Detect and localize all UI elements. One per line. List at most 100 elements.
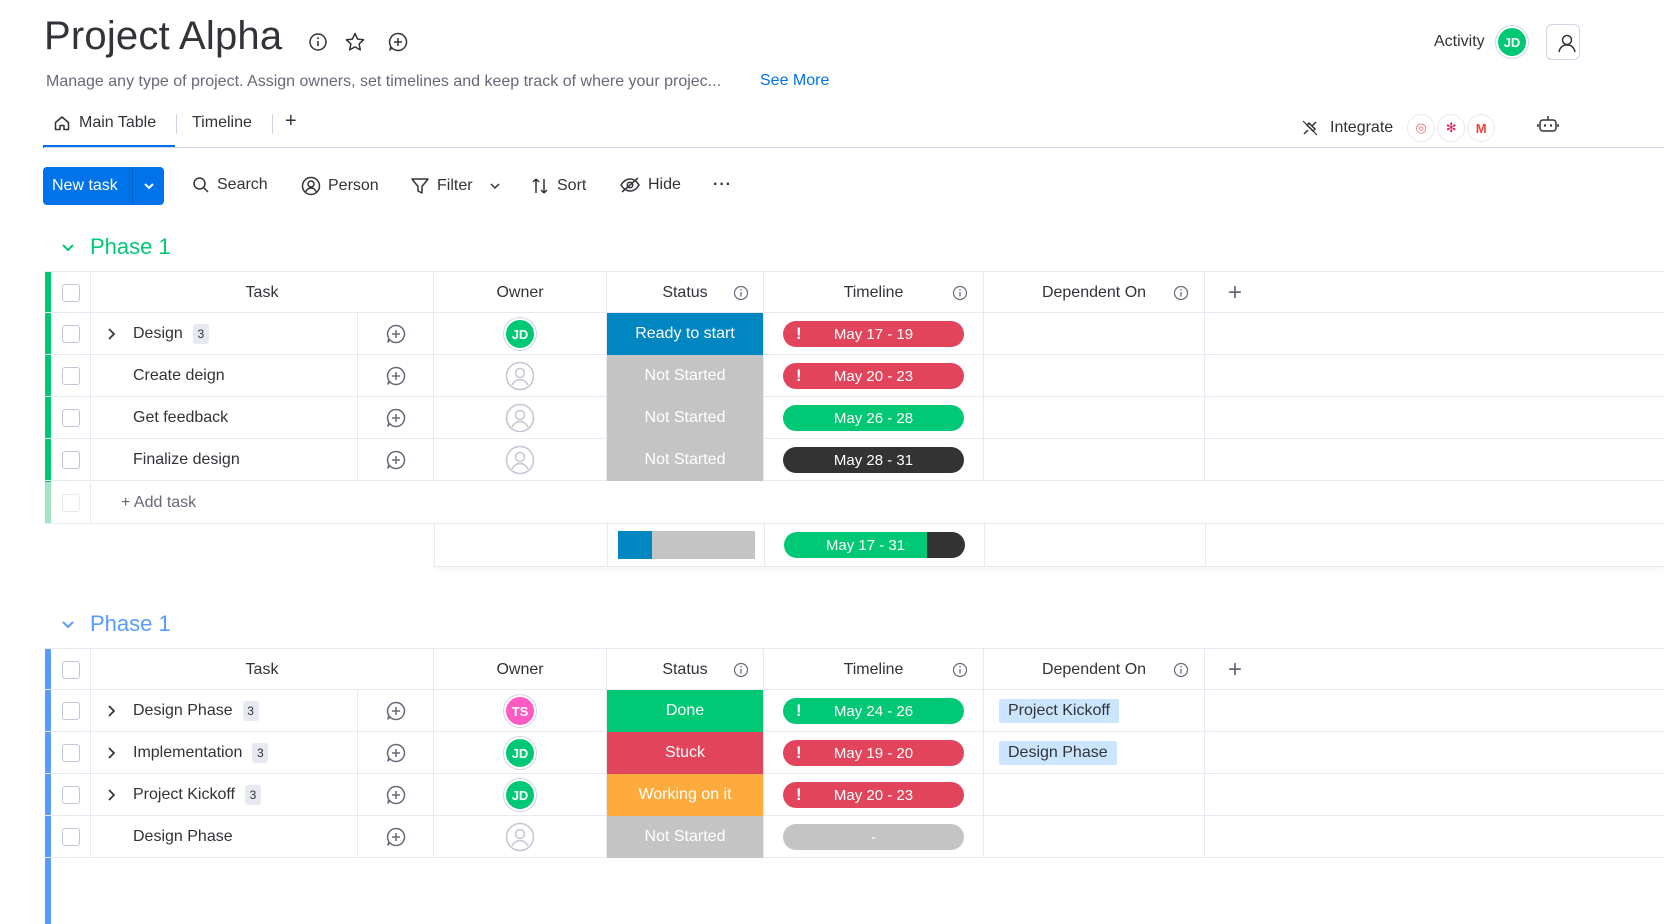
task-cell[interactable]: Design Phase 3 xyxy=(91,690,358,732)
empty-person-icon[interactable] xyxy=(505,403,535,433)
tab-main-table[interactable]: Main Table xyxy=(53,114,156,132)
status-cell[interactable]: Stuck xyxy=(607,732,764,774)
invite-user-button[interactable] xyxy=(1546,24,1580,60)
subitems-count-badge[interactable]: 3 xyxy=(192,324,209,344)
search-button[interactable]: Search xyxy=(192,176,268,194)
task-name[interactable]: Get feedback xyxy=(133,409,228,427)
task-name[interactable]: Implementation xyxy=(133,744,242,762)
empty-person-icon[interactable] xyxy=(505,361,535,391)
status-cell[interactable]: Done xyxy=(607,690,764,732)
integrate-button[interactable]: Integrate ◎ ✻ M xyxy=(1300,114,1496,142)
column-header-owner[interactable]: Owner xyxy=(434,649,607,691)
person-filter-button[interactable]: Person xyxy=(301,176,379,196)
info-icon[interactable] xyxy=(952,285,968,301)
status-cell[interactable]: Not Started xyxy=(607,439,764,481)
task-cell[interactable]: Finalize design xyxy=(91,439,358,481)
owner-cell[interactable]: JD xyxy=(434,313,607,355)
add-update-icon[interactable] xyxy=(358,397,434,439)
dependent-on-cell[interactable] xyxy=(984,397,1205,439)
owner-cell[interactable] xyxy=(434,397,607,439)
info-icon[interactable] xyxy=(733,285,749,301)
group-title[interactable]: Phase 1 xyxy=(90,234,171,260)
avatar[interactable]: TS xyxy=(504,695,536,727)
timeline-cell[interactable]: ! May 19 - 20 xyxy=(764,732,984,774)
dependency-chip[interactable]: Project Kickoff xyxy=(999,699,1119,723)
dependent-on-cell[interactable] xyxy=(984,774,1205,816)
group-title[interactable]: Phase 1 xyxy=(90,611,171,637)
timeline-cell[interactable]: ! May 24 - 26 xyxy=(764,690,984,732)
owner-cell[interactable]: TS xyxy=(434,690,607,732)
info-icon[interactable] xyxy=(1173,285,1189,301)
dependent-on-cell[interactable] xyxy=(984,439,1205,481)
task-name[interactable]: Design Phase xyxy=(133,702,233,720)
chevron-down-icon[interactable] xyxy=(133,167,164,205)
add-task-input[interactable]: + Add task xyxy=(91,482,1664,524)
row-checkbox[interactable] xyxy=(61,744,80,762)
see-more-link[interactable]: See More xyxy=(760,72,829,90)
empty-person-icon[interactable] xyxy=(505,822,535,852)
status-cell[interactable]: Not Started xyxy=(607,816,764,858)
info-icon[interactable] xyxy=(1173,662,1189,678)
task-name[interactable]: Design xyxy=(133,325,183,343)
timeline-summary[interactable]: May 17 - 31 xyxy=(765,524,985,566)
task-name[interactable]: Design Phase xyxy=(133,828,233,846)
row-checkbox[interactable] xyxy=(61,325,80,343)
subitems-count-badge[interactable]: 3 xyxy=(242,701,259,721)
chevron-right-icon[interactable] xyxy=(103,326,119,342)
chevron-right-icon[interactable] xyxy=(103,703,119,719)
dependent-on-cell[interactable] xyxy=(984,313,1205,355)
add-update-icon[interactable] xyxy=(358,439,434,481)
add-column-button[interactable]: + xyxy=(1205,272,1265,314)
column-header-task[interactable]: Task xyxy=(91,272,434,314)
owner-cell[interactable]: JD xyxy=(434,774,607,816)
status-cell[interactable]: Working on it xyxy=(607,774,764,816)
filter-button[interactable]: Filter xyxy=(410,176,502,196)
task-cell[interactable]: Design Phase xyxy=(91,816,358,858)
add-update-icon[interactable] xyxy=(358,313,434,355)
star-icon[interactable] xyxy=(343,30,367,54)
column-header-timeline[interactable]: Timeline xyxy=(764,649,984,691)
status-cell[interactable]: Not Started xyxy=(607,397,764,439)
activity-button[interactable]: Activity xyxy=(1434,33,1485,51)
add-update-icon[interactable] xyxy=(358,355,434,397)
status-cell[interactable]: Ready to start xyxy=(607,313,764,355)
avatar[interactable]: JD xyxy=(504,737,536,769)
row-checkbox[interactable] xyxy=(61,367,80,385)
subitems-count-badge[interactable]: 3 xyxy=(244,785,261,805)
more-options-button[interactable]: ··· xyxy=(713,176,732,194)
column-header-status[interactable]: Status xyxy=(607,649,764,691)
task-cell[interactable]: Implementation 3 xyxy=(91,732,358,774)
select-all-checkbox[interactable] xyxy=(61,661,80,679)
dependent-on-cell[interactable]: Design Phase xyxy=(984,732,1205,774)
dependent-on-cell[interactable]: Project Kickoff xyxy=(984,690,1205,732)
timeline-cell[interactable]: May 26 - 28 xyxy=(764,397,984,439)
owner-cell[interactable] xyxy=(434,355,607,397)
chevron-down-icon[interactable] xyxy=(488,179,502,193)
avatar[interactable]: JD xyxy=(504,779,536,811)
info-icon[interactable] xyxy=(306,30,330,54)
dependent-on-cell[interactable] xyxy=(984,355,1205,397)
row-checkbox[interactable] xyxy=(61,451,80,469)
row-checkbox[interactable] xyxy=(61,786,80,804)
chevron-down-icon[interactable] xyxy=(60,239,76,255)
avatar[interactable]: JD xyxy=(504,318,536,350)
add-view-button[interactable]: + xyxy=(285,110,297,133)
avatar[interactable]: JD xyxy=(1496,26,1528,58)
task-name[interactable]: Create deign xyxy=(133,367,225,385)
info-icon[interactable] xyxy=(733,662,749,678)
column-header-dependent-on[interactable]: Dependent On xyxy=(984,272,1205,314)
group-header[interactable]: Phase 1 xyxy=(60,611,171,637)
add-update-icon[interactable] xyxy=(386,30,410,54)
column-header-status[interactable]: Status xyxy=(607,272,764,314)
task-name[interactable]: Finalize design xyxy=(133,451,240,469)
chevron-right-icon[interactable] xyxy=(103,787,119,803)
automate-icon[interactable] xyxy=(1536,114,1560,141)
owner-cell[interactable] xyxy=(434,816,607,858)
add-column-button[interactable]: + xyxy=(1205,649,1265,691)
timeline-cell[interactable]: - xyxy=(764,816,984,858)
owner-cell[interactable]: JD xyxy=(434,732,607,774)
row-checkbox[interactable] xyxy=(61,702,80,720)
timeline-cell[interactable]: ! May 20 - 23 xyxy=(764,355,984,397)
chevron-right-icon[interactable] xyxy=(103,745,119,761)
subitems-count-badge[interactable]: 3 xyxy=(252,743,269,763)
